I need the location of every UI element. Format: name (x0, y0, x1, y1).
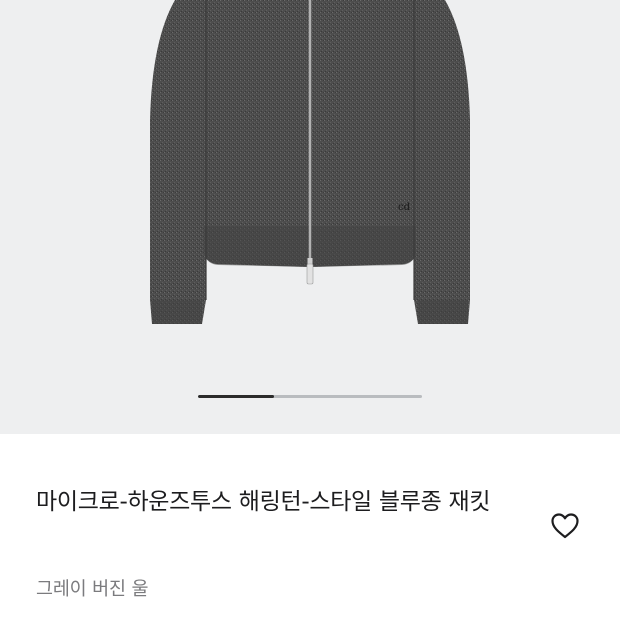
product-title: 마이크로-하운즈투스 해링턴-스타일 블루종 재킷 (36, 489, 491, 515)
product-info-panel: 마이크로-하운즈투스 해링턴-스타일 블루종 재킷 그레이 버진 울 (0, 434, 620, 620)
product-image-gallery[interactable]: cd (0, 0, 620, 434)
product-color-material: 그레이 버진 울 (36, 579, 149, 600)
svg-text:cd: cd (398, 202, 411, 213)
heart-outline-icon (551, 513, 579, 539)
gallery-progress-bar[interactable] (198, 395, 422, 398)
gallery-progress-fill (198, 395, 275, 398)
wishlist-button[interactable] (547, 509, 583, 543)
product-detail-page: cd 마이크로-하운즈투스 해링턴-스타일 블루종 재킷 그레이 버진 울 (0, 0, 620, 620)
product-image-jacket: cd (150, 0, 470, 324)
